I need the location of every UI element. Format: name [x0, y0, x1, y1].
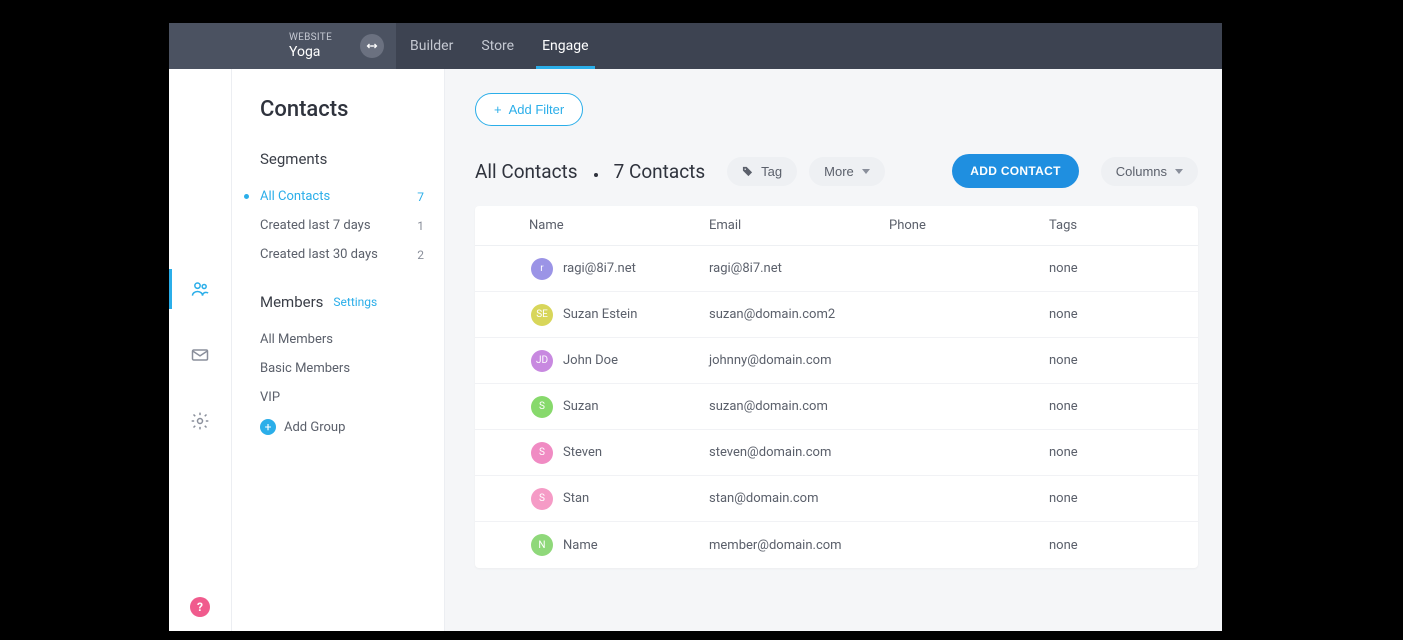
contacts-table: Name Email Phone Tags r ragi@8i7.net ragi@… [475, 206, 1198, 568]
body: ? Contacts Segments All Contacts 7 Creat… [169, 69, 1222, 631]
table-row[interactable]: r ragi@8i7.net ragi@8i7.net none [475, 246, 1198, 292]
col-email-header[interactable]: Email [709, 218, 889, 233]
contact-count: 7 Contacts [614, 160, 706, 183]
member-vip[interactable]: VIP [260, 383, 424, 412]
nav-engage[interactable]: Engage [528, 23, 602, 69]
chevron-down-icon [1175, 169, 1183, 174]
contact-email: member@domain.com [709, 538, 889, 553]
sidebar: Contacts Segments All Contacts 7 Created… [232, 69, 445, 631]
tag-button[interactable]: Tag [727, 157, 797, 186]
contact-tags: none [1049, 445, 1184, 460]
segments-heading: Segments [260, 150, 424, 168]
segment-all-contacts[interactable]: All Contacts 7 [260, 182, 424, 211]
view-title: All Contacts [475, 160, 578, 183]
more-button[interactable]: More [809, 157, 885, 186]
member-all[interactable]: All Members [260, 325, 424, 354]
gear-icon [190, 411, 210, 431]
page-title: Contacts [260, 97, 424, 122]
plus-icon: + [260, 419, 276, 435]
mail-icon [190, 345, 210, 365]
col-tags-header[interactable]: Tags [1049, 218, 1184, 233]
col-name-header[interactable]: Name [529, 218, 709, 233]
segment-created-30-days[interactable]: Created last 30 days 2 [260, 240, 424, 269]
contact-email: suzan@domain.com [709, 399, 889, 414]
members-settings-link[interactable]: Settings [333, 295, 377, 309]
add-contact-button[interactable]: ADD CONTACT [952, 154, 1078, 188]
table-row[interactable]: S Stan stan@domain.com none [475, 476, 1198, 522]
main-content: + Add Filter All Contacts 7 Contacts Tag… [445, 69, 1222, 631]
contact-tags: none [1049, 261, 1184, 276]
avatar: S [531, 396, 553, 418]
contact-tags: none [1049, 307, 1184, 322]
contact-name: Stan [563, 491, 589, 506]
contact-tags: none [1049, 491, 1184, 506]
avatar: r [531, 258, 553, 280]
plus-icon: + [494, 102, 502, 117]
members-list: All Members Basic Members VIP + Add Grou… [260, 325, 424, 442]
avatar: S [531, 442, 553, 464]
add-filter-button[interactable]: + Add Filter [475, 93, 583, 126]
top-bar: WEBSITE Yoga Builder Store Engage [169, 23, 1222, 69]
contact-name: Name [563, 538, 598, 553]
contact-name: Suzan Estein [563, 307, 637, 322]
icon-rail: ? [169, 69, 232, 631]
table-row[interactable]: SE Suzan Estein suzan@domain.com2 none [475, 292, 1198, 338]
contact-name: Suzan [563, 399, 599, 414]
swap-icon[interactable] [360, 34, 384, 58]
member-basic[interactable]: Basic Members [260, 354, 424, 383]
help-button[interactable]: ? [190, 597, 210, 617]
table-row[interactable]: JD John Doe johnny@domain.com none [475, 338, 1198, 384]
members-heading: Members Settings [260, 293, 424, 311]
avatar: SE [531, 304, 553, 326]
table-row[interactable]: S Steven steven@domain.com none [475, 430, 1198, 476]
rail-mail[interactable] [169, 335, 231, 375]
avatar: N [531, 534, 553, 556]
contact-name: ragi@8i7.net [563, 261, 636, 276]
contact-tags: none [1049, 399, 1184, 414]
contact-tags: none [1049, 353, 1184, 368]
tag-icon [742, 166, 753, 177]
contact-email: steven@domain.com [709, 445, 889, 460]
site-selector[interactable]: WEBSITE Yoga [169, 23, 396, 69]
contact-email: johnny@domain.com [709, 353, 889, 368]
contact-email: suzan@domain.com2 [709, 307, 889, 322]
columns-button[interactable]: Columns [1101, 157, 1198, 186]
contact-name: Steven [563, 445, 602, 460]
app-frame: WEBSITE Yoga Builder Store Engage [169, 23, 1222, 631]
top-nav: Builder Store Engage [396, 23, 603, 69]
separator-dot [594, 173, 598, 177]
contact-email: stan@domain.com [709, 491, 889, 506]
rail-contacts[interactable] [169, 269, 231, 309]
segment-created-7-days[interactable]: Created last 7 days 1 [260, 211, 424, 240]
avatar: S [531, 488, 553, 510]
add-group-button[interactable]: + Add Group [260, 412, 424, 442]
contact-email: ragi@8i7.net [709, 261, 889, 276]
contact-tags: none [1049, 538, 1184, 553]
table-row[interactable]: S Suzan suzan@domain.com none [475, 384, 1198, 430]
rail-settings[interactable] [169, 401, 231, 441]
site-name: Yoga [289, 44, 332, 60]
chevron-down-icon [862, 169, 870, 174]
people-icon [190, 279, 210, 299]
table-header: Name Email Phone Tags [475, 206, 1198, 246]
avatar: JD [531, 350, 553, 372]
contact-name: John Doe [563, 353, 618, 368]
toolbar: All Contacts 7 Contacts Tag More ADD CON… [475, 154, 1198, 188]
segments-list: All Contacts 7 Created last 7 days 1 Cre… [260, 182, 424, 269]
nav-store[interactable]: Store [467, 23, 528, 69]
table-row[interactable]: N Name member@domain.com none [475, 522, 1198, 568]
nav-builder[interactable]: Builder [396, 23, 467, 69]
site-label: WEBSITE [289, 32, 332, 43]
col-phone-header[interactable]: Phone [889, 218, 1049, 233]
table-body: r ragi@8i7.net ragi@8i7.net none SE Suzan Est… [475, 246, 1198, 568]
